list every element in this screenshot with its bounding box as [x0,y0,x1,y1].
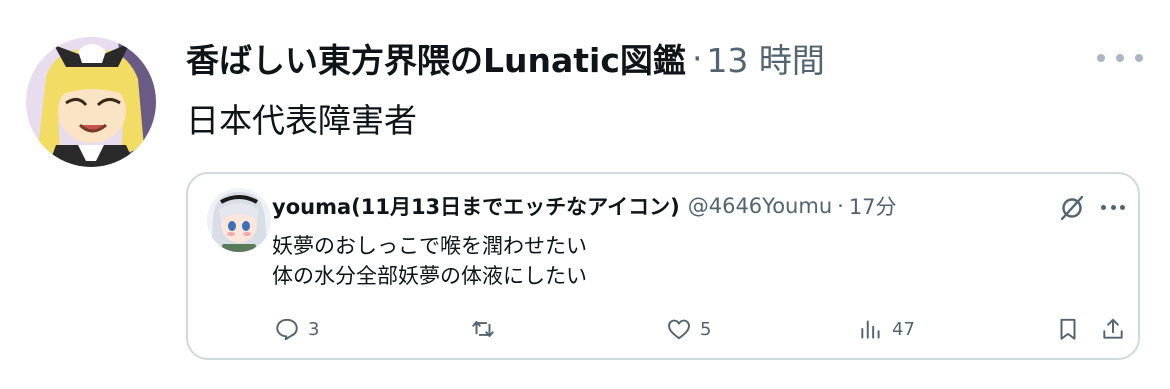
quote-display-name[interactable]: youma(11月13日までエッチなアイコン) [272,191,680,221]
post-timestamp[interactable]: 13 時間 [706,34,824,82]
reply-count: 3 [308,318,320,340]
more-dot [1120,204,1125,210]
more-dot [1116,54,1124,62]
like-count: 5 [700,318,712,340]
quote-handle[interactable]: @4646Youmu [688,194,832,218]
repost-icon [472,320,494,338]
avatar[interactable] [26,37,156,167]
like-icon [668,319,690,340]
bookmark-button[interactable] [1055,314,1081,344]
views-icon [861,320,880,339]
reply-button[interactable]: 3 [274,314,319,344]
like-button[interactable]: 5 [666,314,711,344]
post-header: 香ばしい東方界隈のLunatic図鑑 · 13 時間 [186,34,825,82]
share-icon [1103,318,1123,339]
quote-meta-separator: · [837,194,844,218]
quoted-post[interactable]: youma(11月13日までエッチなアイコン) @4646Youmu · 17分… [186,172,1140,360]
more-dot [1101,204,1106,210]
more-icon[interactable] [1097,46,1143,70]
more-dot [1097,54,1105,62]
post-text: 日本代表障害者 [186,101,417,140]
reply-icon [276,318,298,341]
views-button[interactable]: 47 [858,314,915,344]
more-dot [1110,204,1116,210]
quote-more-icon[interactable] [1101,202,1125,212]
bookmark-icon [1060,318,1076,340]
meta-separator: · [691,38,703,78]
display-name[interactable]: 香ばしい東方界隈のLunatic図鑑 [186,34,686,82]
quote-avatar[interactable] [207,188,271,252]
quote-text-line: 妖夢のおしっこで喉を潤わせたい [272,234,587,258]
repost-button[interactable] [470,314,504,344]
share-button[interactable] [1100,314,1126,344]
grok-icon[interactable] [1058,194,1086,222]
quote-header: youma(11月13日までエッチなアイコン) @4646Youmu · 17分 [272,188,897,224]
more-dot [1135,54,1143,62]
views-count: 47 [892,318,915,340]
quote-text-line: 体の水分全部妖夢の体液にしたい [272,264,587,288]
quote-timestamp[interactable]: 17分 [849,191,897,221]
